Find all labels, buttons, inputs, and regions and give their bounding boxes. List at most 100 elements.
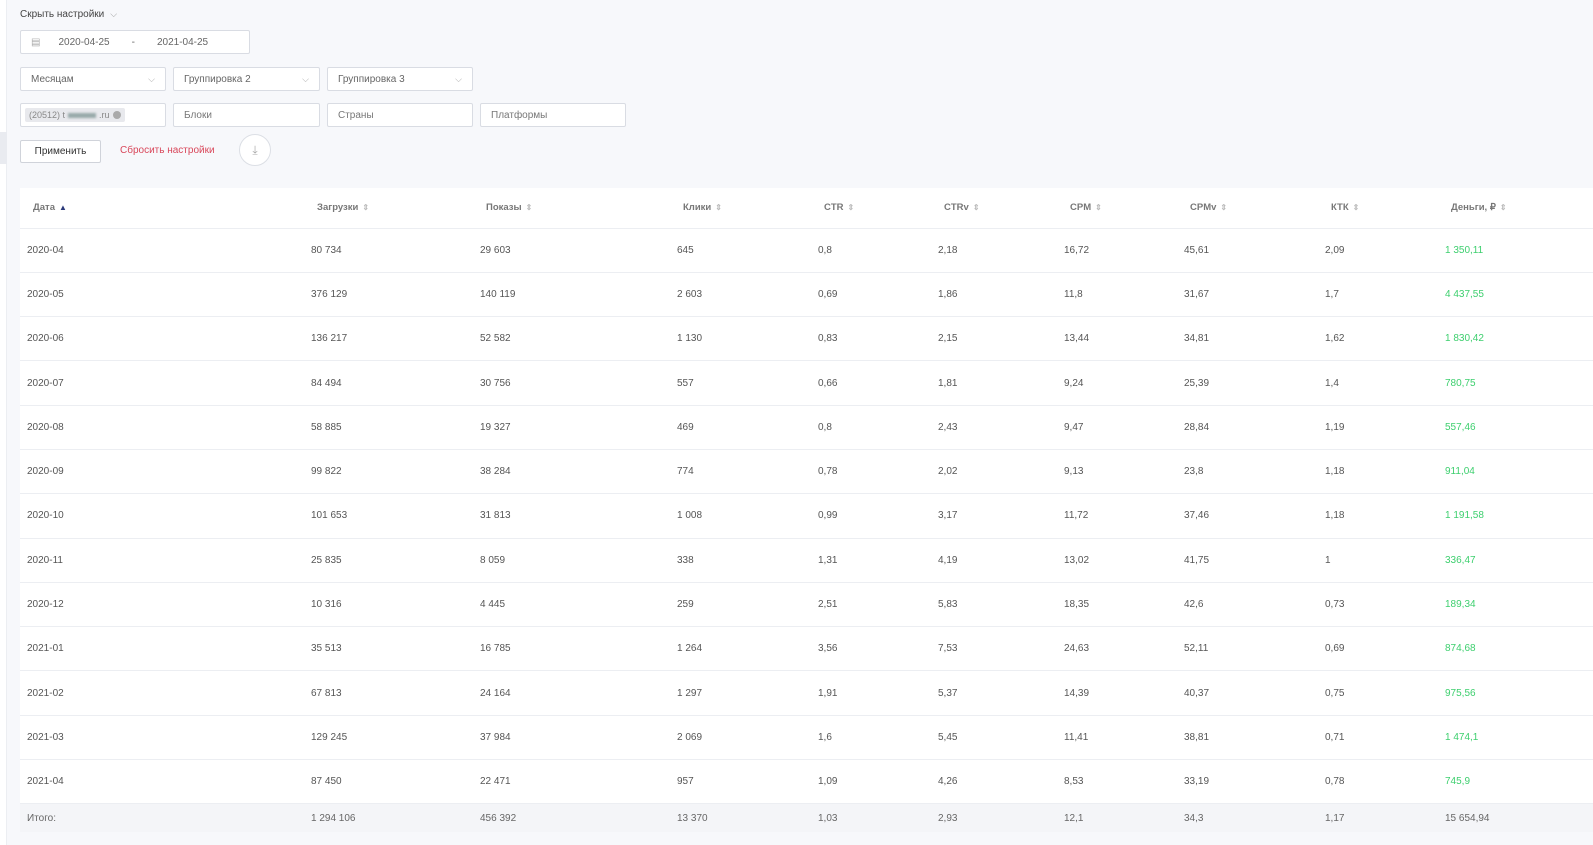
cell-ctr: 0,78 <box>811 449 931 495</box>
cell-cpmv: 52,11 <box>1177 626 1318 672</box>
sites-multiselect[interactable]: (20512) t .ru <box>20 103 166 127</box>
sort-icon[interactable]: ⇕ <box>526 203 533 212</box>
sort-icon[interactable]: ▲ <box>59 203 67 212</box>
cell-cpm: 13,44 <box>1057 316 1177 362</box>
blocks-input[interactable]: Блоки <box>173 103 320 127</box>
cell-date: 2020-09 <box>20 449 304 495</box>
grouping-1-value: Месяцам <box>31 73 74 85</box>
cell-loads: 58 885 <box>304 405 473 450</box>
cell-impressions: 8 059 <box>473 538 670 583</box>
column-header-loads[interactable]: Загрузки ⇕ <box>304 188 473 229</box>
column-label: CPM <box>1070 202 1092 214</box>
cell-clicks: 1 130 <box>670 316 811 362</box>
remove-tag-icon[interactable] <box>112 111 121 119</box>
cell-impressions: 52 582 <box>473 316 670 362</box>
cell-clicks: 2 069 <box>670 715 811 761</box>
countries-input[interactable]: Страны <box>327 103 473 127</box>
sort-icon[interactable]: ⇕ <box>1353 203 1360 212</box>
cell-cpmv: 31,67 <box>1177 272 1318 318</box>
table-row: 2020-09 99 822 38 284 774 0,78 2,02 9,13 23,8 1,… <box>20 449 1593 495</box>
date-to[interactable]: 2021-04-25 <box>157 37 208 48</box>
column-label: КТК <box>1331 202 1349 214</box>
cell-money: 1 830,42 <box>1438 316 1593 362</box>
reset-settings-link[interactable]: Сбросить настройки <box>120 145 215 156</box>
total-cpmv: 34,3 <box>1177 803 1318 832</box>
sort-icon[interactable]: ⇕ <box>715 203 722 212</box>
cell-ktk: 1,18 <box>1318 493 1438 539</box>
grouping-3-placeholder: Группировка 3 <box>338 73 405 85</box>
redacted-text <box>68 112 97 118</box>
chevron-down-icon: ⌵ <box>302 73 309 84</box>
cell-ctr: 1,09 <box>811 759 931 805</box>
column-header-ctr[interactable]: CTR ⇕ <box>811 188 931 229</box>
site-tag-label: (20512) t <box>29 110 66 120</box>
cell-money: 780,75 <box>1438 360 1593 406</box>
column-header-ctrv[interactable]: CTRv ⇕ <box>931 188 1057 229</box>
platforms-input[interactable]: Платформы <box>480 103 626 127</box>
cell-impressions: 38 284 <box>473 449 670 495</box>
cell-ctrv: 4,26 <box>931 759 1057 805</box>
cell-money: 4 437,55 <box>1438 272 1593 318</box>
cell-ktk: 1,7 <box>1318 272 1438 318</box>
sort-icon[interactable]: ⇕ <box>973 203 980 212</box>
column-header-date[interactable]: Дата ▲ <box>20 188 304 229</box>
total-ktk: 1,17 <box>1318 803 1438 832</box>
grouping-3-select[interactable]: Группировка 3 ⌵ <box>327 67 473 91</box>
cell-cpmv: 38,81 <box>1177 715 1318 761</box>
total-date: Итого: <box>20 803 304 832</box>
cell-clicks: 2 603 <box>670 272 811 318</box>
column-header-cpmv[interactable]: CPMv ⇕ <box>1177 188 1318 229</box>
cell-date: 2020-07 <box>20 360 304 406</box>
grouping-2-select[interactable]: Группировка 2 ⌵ <box>173 67 320 91</box>
cell-cpmv: 28,84 <box>1177 405 1318 450</box>
cell-impressions: 4 445 <box>473 582 670 628</box>
cell-ctr: 0,99 <box>811 493 931 539</box>
cell-money: 1 474,1 <box>1438 715 1593 761</box>
cell-loads: 10 316 <box>304 582 473 628</box>
sort-icon[interactable]: ⇕ <box>848 203 855 212</box>
cell-ctr: 3,56 <box>811 626 931 672</box>
cell-ktk: 1,62 <box>1318 316 1438 362</box>
sort-icon[interactable]: ⇕ <box>1095 203 1102 212</box>
cell-ktk: 0,75 <box>1318 670 1438 716</box>
date-range-picker[interactable]: ▤ 2020-04-25 - 2021-04-25 <box>20 30 250 54</box>
column-label: CPMv <box>1190 202 1217 214</box>
sort-icon[interactable]: ⇕ <box>1220 203 1227 212</box>
sort-icon[interactable]: ⇕ <box>362 203 369 212</box>
download-button[interactable]: ⤓ <box>239 134 271 166</box>
cell-cpmv: 23,8 <box>1177 449 1318 495</box>
column-header-ktk[interactable]: КТК ⇕ <box>1318 188 1438 229</box>
total-clicks: 13 370 <box>670 803 811 832</box>
cell-impressions: 31 813 <box>473 493 670 539</box>
grouping-2-placeholder: Группировка 2 <box>184 73 251 85</box>
table-row: 2020-10 101 653 31 813 1 008 0,99 3,17 11,72 37… <box>20 493 1593 539</box>
cell-ctr: 0,8 <box>811 405 931 450</box>
column-header-money[interactable]: Деньги, ₽ ⇕ <box>1438 188 1593 229</box>
cell-clicks: 259 <box>670 582 811 628</box>
cell-cpmv: 34,81 <box>1177 316 1318 362</box>
column-header-impressions[interactable]: Показы ⇕ <box>473 188 670 229</box>
cell-clicks: 645 <box>670 228 811 273</box>
table-row: 2021-02 67 813 24 164 1 297 1,91 5,37 14,39 40,… <box>20 670 1593 716</box>
grouping-1-select[interactable]: Месяцам ⌵ <box>20 67 166 91</box>
cell-ctrv: 2,02 <box>931 449 1057 495</box>
cell-ctr: 0,83 <box>811 316 931 362</box>
cell-money: 336,47 <box>1438 538 1593 583</box>
sort-icon[interactable]: ⇕ <box>1500 203 1507 212</box>
apply-button[interactable]: Применить <box>20 140 101 163</box>
column-header-cpm[interactable]: CPM ⇕ <box>1057 188 1177 229</box>
download-icon: ⤓ <box>252 142 258 157</box>
column-header-clicks[interactable]: Клики ⇕ <box>670 188 811 229</box>
cell-cpm: 11,41 <box>1057 715 1177 761</box>
cell-cpmv: 45,61 <box>1177 228 1318 273</box>
cell-ctr: 2,51 <box>811 582 931 628</box>
cell-cpm: 9,24 <box>1057 360 1177 406</box>
cell-ctr: 1,91 <box>811 670 931 716</box>
date-from[interactable]: 2020-04-25 <box>58 37 109 48</box>
hide-settings-toggle[interactable]: Скрыть настройки ⌵ <box>20 9 117 20</box>
cell-money: 557,46 <box>1438 405 1593 450</box>
cell-ktk: 0,71 <box>1318 715 1438 761</box>
cell-ctrv: 1,81 <box>931 360 1057 406</box>
cell-date: 2020-10 <box>20 493 304 539</box>
countries-placeholder: Страны <box>338 109 374 121</box>
